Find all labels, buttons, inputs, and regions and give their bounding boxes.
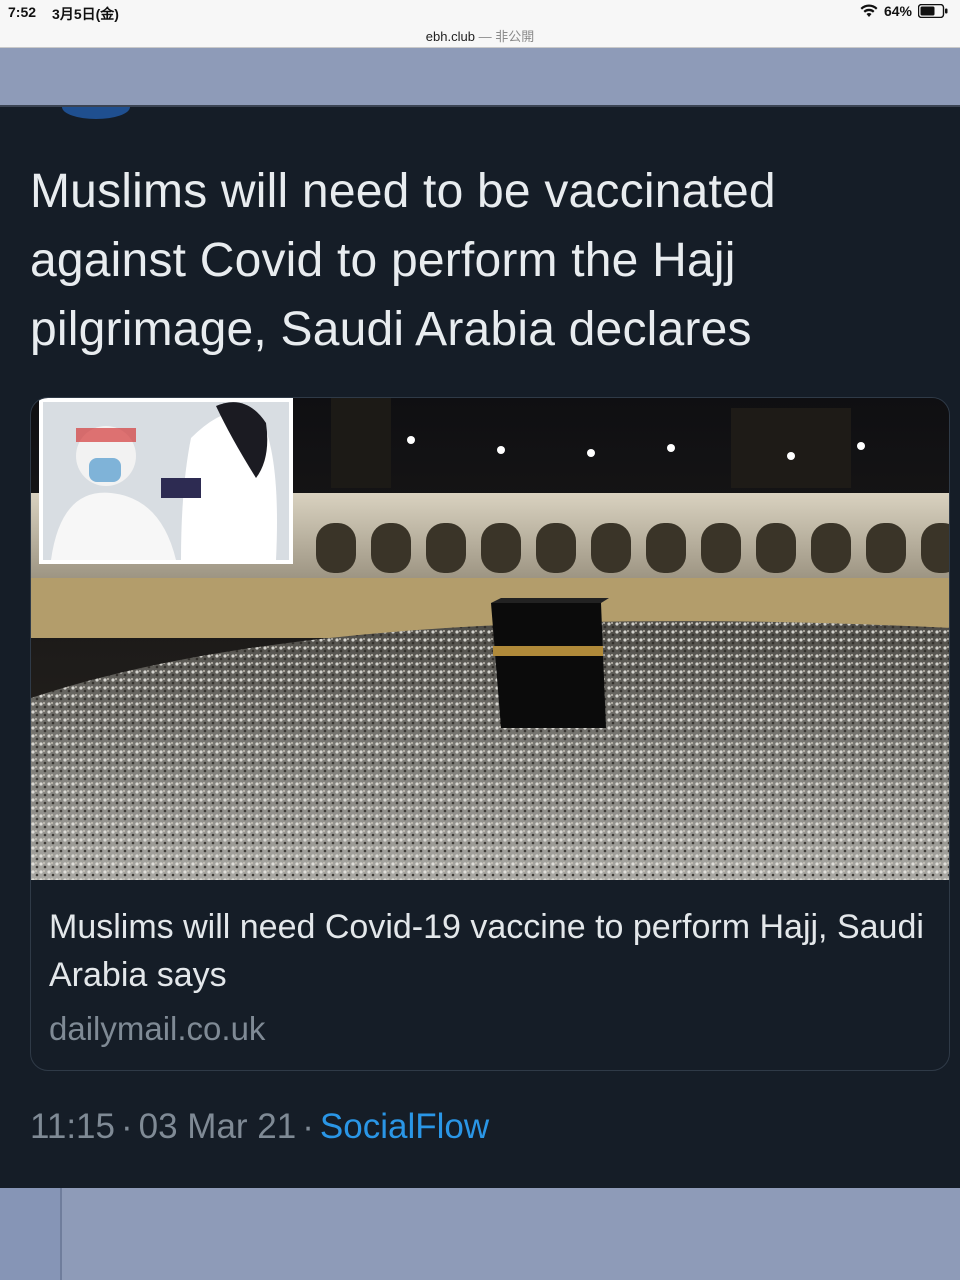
status-left: 7:52 3月5日(金) — [8, 4, 119, 24]
status-bar: 7:52 3月5日(金) 64% — [0, 0, 960, 24]
tweet-meta: 11:15 · 03 Mar 21 · SocialFlow — [30, 1107, 489, 1147]
meta-separator: · — [121, 1107, 133, 1146]
card-headline: Muslims will need Covid-19 vaccine to pe… — [49, 908, 924, 994]
tweet-text: Muslims will need to be vaccinated again… — [30, 165, 776, 356]
battery-percent: 64% — [883, 3, 912, 19]
card-photo — [31, 398, 949, 880]
wifi-icon — [860, 4, 878, 17]
url-bar[interactable]: ebh.club — 非公開 — [0, 24, 960, 48]
card-domain: dailymail.co.uk — [49, 1010, 266, 1047]
meta-separator: · — [302, 1107, 314, 1146]
page-edge — [0, 1188, 62, 1280]
link-preview-card[interactable]: Muslims will need Covid-19 vaccine to pe… — [30, 397, 950, 1071]
avatar[interactable] — [62, 107, 130, 119]
url-visibility: — 非公開 — [478, 29, 535, 44]
status-right: 64% — [860, 3, 948, 19]
card-image[interactable] — [31, 398, 949, 880]
tweet-source-link[interactable]: SocialFlow — [320, 1107, 489, 1146]
tweet-date[interactable]: 03 Mar 21 — [139, 1107, 297, 1146]
status-date: 3月5日(金) — [52, 6, 119, 22]
battery-icon — [918, 4, 948, 18]
url-domain: ebh.club — [425, 29, 475, 44]
tweet-card: Muslims will need to be vaccinated again… — [0, 105, 960, 1188]
tweet-time: 11:15 — [30, 1107, 115, 1146]
status-time: 7:52 — [8, 4, 37, 20]
